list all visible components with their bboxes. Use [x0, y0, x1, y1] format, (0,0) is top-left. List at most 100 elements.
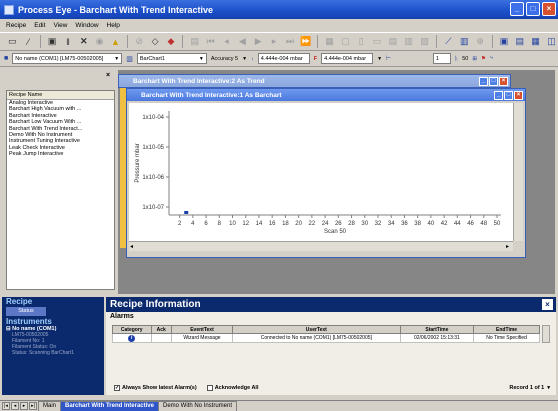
table-scrollbar[interactable] — [542, 325, 550, 343]
cascade-icon[interactable]: ▤ — [513, 35, 526, 48]
y-tick-label: 1x10-04 — [142, 115, 164, 121]
panel-e-icon[interactable]: ▥ — [402, 35, 415, 48]
close-button[interactable]: × — [514, 90, 523, 100]
minimize-button[interactable]: _ — [479, 76, 488, 86]
back-icon[interactable]: ◀ — [236, 35, 249, 48]
next-icon[interactable]: ⏭ — [283, 35, 296, 48]
chevron-down-icon[interactable]: ▼ — [377, 56, 382, 62]
close-button[interactable]: × — [499, 76, 508, 86]
table-row[interactable]: i Wizard Message Connected to No name (C… — [112, 333, 540, 343]
scan-select[interactable]: 1 — [432, 53, 451, 64]
tab-barchart-with-trend[interactable]: Barchart With Trend Interactive — [60, 401, 159, 411]
column-header-eventtext[interactable]: EventText — [170, 325, 233, 334]
search-icon[interactable]: ⊘ — [133, 35, 146, 48]
instrument-select[interactable]: No name (COM1) [LM75-00502005] ▼ — [12, 53, 123, 64]
chart-icon[interactable]: ▤ — [188, 35, 201, 48]
menu-recipe[interactable]: Recipe — [6, 22, 26, 29]
accuracy-label[interactable]: Accuracy 5 — [211, 56, 238, 62]
prev-icon[interactable]: ◂ — [220, 35, 233, 48]
recipe-nav-title[interactable]: Recipe — [2, 297, 104, 306]
minimize-button[interactable]: _ — [494, 90, 503, 100]
trend-window[interactable]: Barchart With Trend Interactive:2 As Tre… — [118, 74, 511, 88]
scroll-left-icon[interactable]: ◂ — [130, 243, 133, 250]
bar-icon[interactable]: ▥ — [458, 35, 471, 48]
panel-d-icon[interactable]: ▤ — [387, 35, 400, 48]
record-down-icon[interactable]: ▾ — [547, 385, 550, 391]
menu-help[interactable]: Help — [107, 22, 120, 29]
tab-last-icon[interactable]: ▸| — [29, 402, 37, 410]
chevron-down-icon[interactable]: ▼ — [242, 56, 247, 62]
column-header-endtime[interactable]: EndTime — [473, 325, 540, 334]
x-tick-label: 16 — [269, 221, 276, 227]
forward-icon[interactable]: ▸ — [268, 35, 281, 48]
show-latest-label: Always Show latest Alarm(s) — [122, 385, 197, 391]
x-tick-label: 18 — [282, 221, 289, 227]
eraser-icon[interactable]: ◇ — [149, 35, 162, 48]
alert-icon[interactable]: ▲ — [109, 35, 122, 48]
play-icon[interactable]: ▶ — [252, 35, 265, 48]
zoom-icon[interactable]: ⊕ — [474, 35, 487, 48]
acknowledge-all-checkbox[interactable]: Acknowledge All — [206, 385, 259, 391]
trend-mini-icon[interactable]: ⊞ — [472, 56, 477, 62]
recipe-list-header[interactable]: Recipe Name — [7, 91, 114, 100]
save-icon[interactable]: ▣ — [46, 35, 59, 48]
menu-view[interactable]: View — [53, 22, 67, 29]
menu-edit[interactable]: Edit — [34, 22, 45, 29]
window-controls: _ □ × — [510, 2, 556, 16]
trend-window-title-bar[interactable]: Barchart With Trend Interactive:2 As Tre… — [119, 75, 510, 87]
close-icon[interactable]: × — [542, 299, 553, 310]
barchart-window[interactable]: Barchart With Trend Interactive:1 As Bar… — [126, 88, 526, 258]
close-button[interactable]: × — [542, 2, 556, 16]
maximize-button[interactable]: □ — [504, 90, 513, 100]
tab-next-icon[interactable]: ▸ — [20, 402, 28, 410]
tab-first-icon[interactable]: |◂ — [2, 402, 10, 410]
tool-mini-icon[interactable]: ⤷ — [490, 55, 493, 62]
info-icon: i — [112, 333, 152, 343]
scan-icon[interactable]: ◉ — [93, 35, 106, 48]
trend-icon[interactable]: ⟋ — [442, 35, 455, 48]
vertical-scrollbar[interactable] — [513, 103, 523, 241]
chart-select[interactable]: BarChart1 ▼ — [136, 53, 207, 64]
range-low-select[interactable]: 4.444e-004 mbar — [257, 53, 310, 64]
maximize-button[interactable]: □ — [526, 2, 540, 16]
column-header-starttime[interactable]: StartTime — [399, 325, 475, 334]
color-icon[interactable]: ◆ — [165, 35, 178, 48]
new-icon[interactable]: ▭ — [6, 35, 19, 48]
tab-main[interactable]: Main — [38, 401, 62, 411]
tab-demo-no-instrument[interactable]: Demo With No Instrument — [157, 401, 238, 411]
barchart-window-title-bar[interactable]: Barchart With Trend Interactive:1 As Bar… — [127, 89, 525, 101]
tile-icon[interactable]: ▦ — [529, 35, 542, 48]
window-title-bar[interactable]: Process Eye - Barchart With Trend Intera… — [0, 0, 558, 19]
wand-icon[interactable]: ⁄ — [22, 35, 35, 48]
barchart-plot-area[interactable]: 1x10-04 1x10-05 1x10-06 1x10-07 Pressure mba… — [129, 103, 513, 241]
column-header-category[interactable]: Category — [112, 325, 152, 334]
maximize-button[interactable]: □ — [489, 76, 498, 86]
close-icon[interactable]: × — [106, 72, 110, 79]
panel-a-icon[interactable]: ▢ — [339, 35, 352, 48]
save2-icon[interactable]: ◫ — [545, 35, 558, 48]
minimize-button[interactable]: _ — [510, 2, 524, 16]
x-tick-label: 46 — [467, 221, 474, 227]
range-high-select[interactable]: 4.444e-004 mbar — [321, 53, 374, 64]
instruments-nav-title[interactable]: Instruments — [2, 317, 104, 326]
panel-f-icon[interactable]: ▧ — [418, 35, 431, 48]
toolbar-separator — [126, 35, 128, 48]
tab-prev-icon[interactable]: ◂ — [11, 402, 19, 410]
grid-icon[interactable]: ▦ — [323, 35, 336, 48]
horizontal-scrollbar[interactable]: ◂ ▸ — [129, 241, 513, 251]
list-item[interactable]: Peak Jump Interactive — [7, 151, 114, 157]
recipe-status-button[interactable]: Status — [6, 307, 46, 316]
menu-window[interactable]: Window — [75, 22, 98, 29]
column-header-usertext[interactable]: UserText — [231, 325, 401, 334]
pause-icon[interactable]: ‖ — [62, 35, 75, 48]
delete-icon[interactable]: ✕ — [77, 35, 90, 48]
show-latest-checkbox[interactable]: ✓ Always Show latest Alarm(s) — [114, 385, 197, 391]
first-icon[interactable]: ⏮ — [204, 35, 217, 48]
column-header-ack[interactable]: Ack — [150, 325, 172, 334]
scroll-right-icon[interactable]: ▸ — [506, 243, 509, 250]
last-icon[interactable]: ⏩ — [299, 35, 312, 48]
panel-b-icon[interactable]: ▯ — [355, 35, 368, 48]
panel-c-icon[interactable]: ▭ — [371, 35, 384, 48]
alarm-mini-icon[interactable]: ⚑ — [481, 56, 486, 62]
arrange-icon[interactable]: ▣ — [498, 35, 511, 48]
